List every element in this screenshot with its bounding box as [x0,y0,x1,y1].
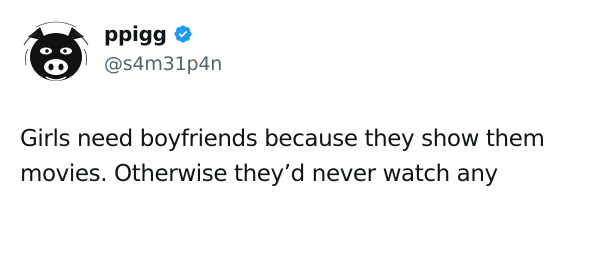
tweet-text: Girls need boyfriends because they show … [20,126,545,187]
name-row: ppigg [104,21,222,47]
tweet-card: ppigg @s4m31p4n Girls need boyfriends be… [0,0,599,256]
tweet-header: ppigg @s4m31p4n [104,21,222,75]
display-name[interactable]: ppigg [104,22,167,46]
user-handle[interactable]: @s4m31p4n [104,53,222,75]
avatar[interactable] [16,15,96,95]
pig-face-avatar-icon [16,15,96,95]
verified-badge-icon [173,24,193,44]
